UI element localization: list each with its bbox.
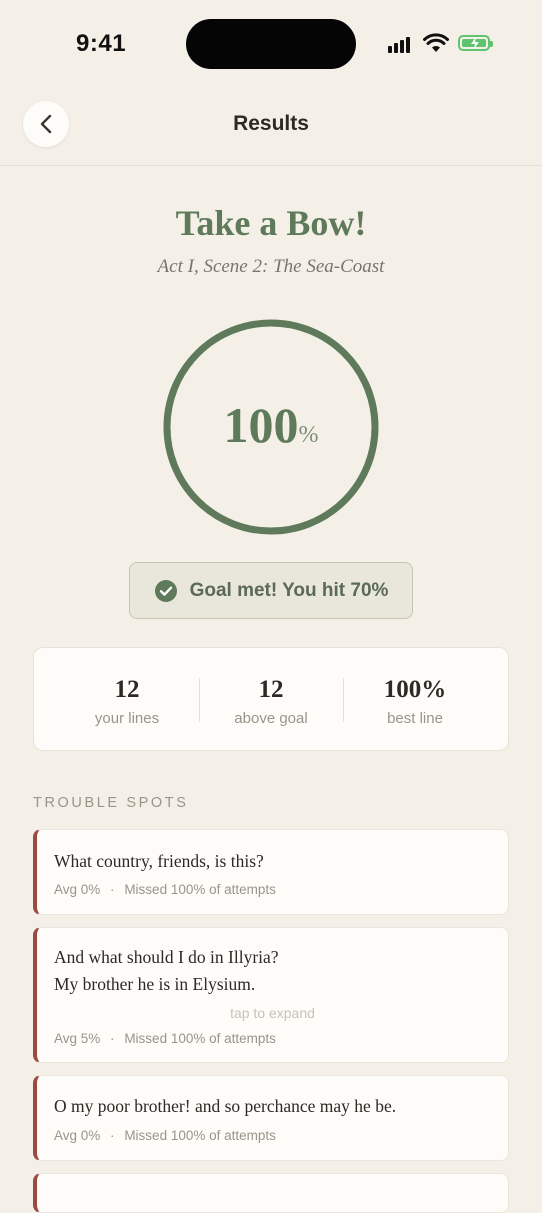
status-time: 9:41 bbox=[76, 30, 127, 57]
trouble-avg: Avg 0% bbox=[54, 882, 101, 897]
meta-separator: · bbox=[110, 882, 115, 897]
stat-value: 12 bbox=[114, 676, 140, 703]
trouble-line: My brother he is in Elysium. bbox=[54, 974, 256, 994]
trouble-missed: Missed 100% of attempts bbox=[124, 1128, 276, 1143]
trouble-missed: Missed 100% of attempts bbox=[124, 1031, 276, 1046]
trouble-spots-heading: TROUBLE SPOTS bbox=[33, 795, 189, 811]
scene-subtitle: Act I, Scene 2: The Sea-Coast bbox=[157, 256, 385, 277]
score-ring: 100% bbox=[162, 318, 380, 536]
trouble-item[interactable]: And what should I do in Illyria? My brot… bbox=[33, 927, 509, 1063]
cellular-signal-icon bbox=[388, 35, 414, 53]
stat-best-line: 100% best line bbox=[343, 648, 487, 727]
trouble-meta: Avg 0% · Missed 100% of attempts bbox=[54, 1128, 276, 1143]
trouble-line: O my poor brother! and so perchance may … bbox=[54, 1096, 397, 1116]
trouble-item[interactable] bbox=[33, 1173, 509, 1213]
trouble-avg: Avg 0% bbox=[54, 1128, 101, 1143]
stat-value: 100% bbox=[383, 676, 447, 703]
stat-label: your lines bbox=[94, 710, 160, 727]
score-number: 100 bbox=[223, 397, 299, 453]
nav-bar: Results bbox=[0, 88, 542, 166]
check-circle-icon bbox=[154, 579, 177, 602]
wifi-icon bbox=[423, 33, 449, 58]
stat-label: best line bbox=[387, 710, 443, 727]
trouble-item[interactable]: O my poor brother! and so perchance may … bbox=[33, 1075, 509, 1161]
trouble-avg: Avg 5% bbox=[54, 1031, 101, 1046]
trouble-missed: Missed 100% of attempts bbox=[124, 882, 276, 897]
trouble-meta: Avg 5% · Missed 100% of attempts bbox=[54, 1031, 276, 1046]
trouble-meta: Avg 0% · Missed 100% of attempts bbox=[54, 882, 276, 897]
score-value: 100% bbox=[162, 396, 380, 454]
meta-separator: · bbox=[110, 1031, 115, 1046]
stats-card: 12 your lines 12 above goal 100% best li… bbox=[33, 647, 509, 751]
stat-above-goal: 12 above goal bbox=[199, 648, 343, 727]
stat-label: above goal bbox=[234, 710, 308, 727]
trouble-line: And what should I do in Illyria? bbox=[54, 947, 279, 967]
trouble-line: What country, friends, is this? bbox=[54, 851, 264, 871]
trouble-item[interactable]: What country, friends, is this? Avg 0% ·… bbox=[33, 829, 509, 915]
tap-to-expand-hint[interactable]: tap to expand bbox=[37, 1005, 508, 1021]
page-title: Results bbox=[233, 112, 309, 135]
score-unit: % bbox=[298, 422, 319, 448]
battery-charging-icon bbox=[458, 35, 493, 51]
status-bar: 9:41 bbox=[0, 0, 542, 88]
stat-value: 12 bbox=[258, 676, 284, 703]
result-headline: Take a Bow! bbox=[175, 203, 367, 243]
dynamic-island bbox=[186, 19, 356, 69]
goal-met-badge: Goal met! You hit 70% bbox=[129, 562, 413, 619]
meta-separator: · bbox=[110, 1128, 115, 1143]
stat-your-lines: 12 your lines bbox=[55, 648, 199, 727]
goal-text: Goal met! You hit 70% bbox=[189, 579, 389, 601]
